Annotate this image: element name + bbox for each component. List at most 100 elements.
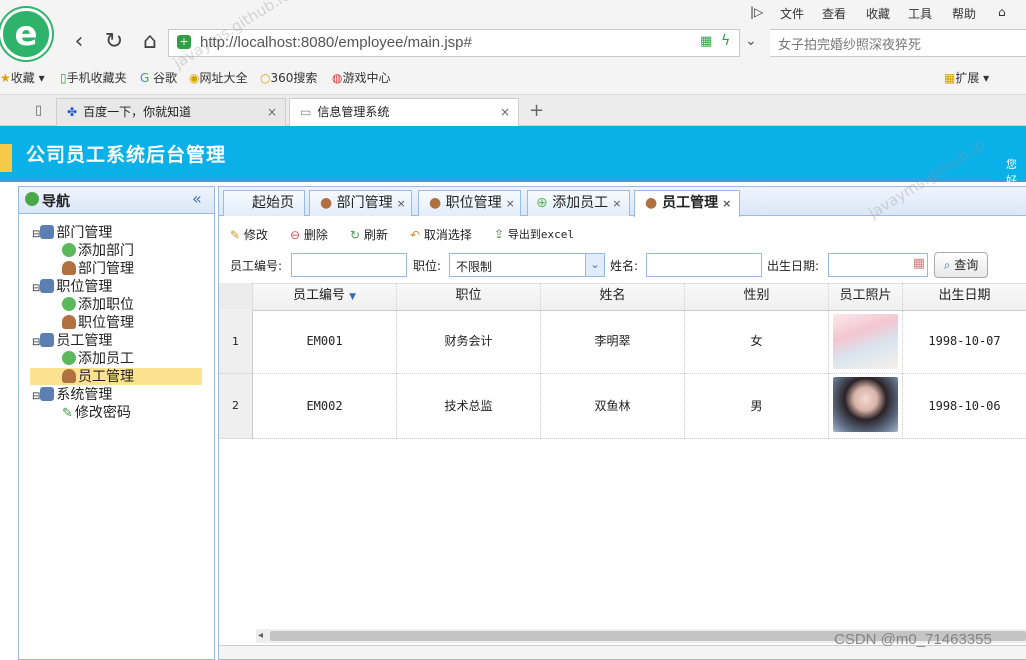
- employee-photo: [833, 314, 898, 369]
- nav-group-position[interactable]: ⊟ 职位管理: [32, 278, 112, 296]
- chevron-down-icon[interactable]: ⌄: [585, 254, 604, 276]
- collapse-icon[interactable]: «: [192, 189, 202, 208]
- dropdown-chevron-icon[interactable]: ⌄: [745, 33, 757, 49]
- tab-start-page[interactable]: 起始页: [223, 190, 305, 216]
- nav-item-add-position[interactable]: 添加职位: [62, 296, 134, 314]
- nav-item-add-employee[interactable]: 添加员工: [62, 350, 134, 368]
- user-icon: ●: [645, 195, 658, 211]
- refresh-icon: ↻: [350, 228, 361, 242]
- column-header-birth[interactable]: 出生日期: [903, 283, 1026, 309]
- tab-close-icon[interactable]: ×: [500, 99, 510, 126]
- nav-title: 导航: [42, 194, 70, 210]
- bookmark-mobile[interactable]: ▯手机收藏夹: [60, 69, 127, 86]
- nav-group-system[interactable]: ⊟ 系统管理: [32, 386, 112, 404]
- computer-icon: [40, 387, 55, 401]
- nav-item-change-password[interactable]: ✎ 修改密码: [62, 404, 131, 422]
- tab-employee-manage[interactable]: ● 员工管理 ×: [634, 190, 740, 217]
- bookmark-favorites[interactable]: ★收藏 ▾: [0, 69, 45, 86]
- menu-tools[interactable]: 工具: [908, 5, 932, 22]
- reload-icon[interactable]: ↻: [101, 28, 127, 56]
- computer-icon: [40, 333, 55, 347]
- add-icon: ⊕: [536, 195, 548, 211]
- bookmark-games[interactable]: ◍游戏中心: [332, 69, 391, 86]
- name-input[interactable]: [646, 253, 762, 277]
- table-cell-gender[interactable]: 女: [685, 310, 829, 374]
- qr-code-icon[interactable]: ▦: [700, 34, 712, 49]
- tablet-icon[interactable]: ▯: [35, 103, 42, 118]
- scroll-left-icon[interactable]: ◂: [258, 630, 263, 641]
- tab-close-icon[interactable]: ×: [267, 99, 277, 126]
- emp-no-input[interactable]: [291, 253, 407, 277]
- tab-add-employee[interactable]: ⊕ 添加员工 ×: [527, 190, 630, 216]
- nav-group-department[interactable]: ⊟ 部门管理: [32, 224, 112, 242]
- table-cell-position[interactable]: 财务会计: [397, 310, 541, 374]
- menu-view[interactable]: 查看: [822, 5, 846, 22]
- column-header-gender[interactable]: 性别: [685, 283, 829, 309]
- nav-item-add-department[interactable]: 添加部门: [62, 242, 134, 260]
- home-icon[interactable]: ⌂: [137, 28, 163, 56]
- birth-label: 出生日期:: [767, 259, 820, 273]
- extensions-button[interactable]: ▦扩展 ▾: [944, 69, 989, 86]
- address-text[interactable]: http://localhost:8080/employee/main.jsp#: [200, 34, 472, 51]
- user-icon: [62, 315, 76, 329]
- back-icon[interactable]: ‹: [66, 28, 92, 56]
- table-cell-photo[interactable]: [829, 374, 903, 439]
- unselect-button[interactable]: ↶ 取消选择: [410, 226, 472, 243]
- nav-item-employee-manage[interactable]: 员工管理: [62, 368, 134, 386]
- column-header-position[interactable]: 职位: [397, 283, 541, 309]
- tab-close-icon[interactable]: ×: [722, 197, 731, 210]
- column-header-name[interactable]: 姓名: [541, 283, 685, 309]
- tab-position[interactable]: ● 职位管理 ×: [418, 190, 521, 216]
- delete-button[interactable]: ⊖ 删除: [290, 226, 328, 243]
- refresh-button[interactable]: ↻ 刷新: [350, 226, 388, 243]
- user-icon: ●: [429, 195, 442, 211]
- tab-close-icon[interactable]: ×: [506, 197, 515, 210]
- user-icon: [62, 369, 76, 383]
- browser-tab-baidu[interactable]: ✤ 百度一下，你就知道 ×: [56, 98, 286, 126]
- tab-department[interactable]: ● 部门管理 ×: [309, 190, 412, 216]
- tab-close-icon[interactable]: ×: [612, 197, 621, 210]
- menu-help[interactable]: 帮助: [952, 5, 976, 22]
- table-cell-birth[interactable]: 1998-10-07: [903, 310, 1026, 374]
- table-cell-position[interactable]: 技术总监: [397, 374, 541, 439]
- nav-group-employee[interactable]: ⊟ 员工管理: [32, 332, 112, 350]
- calendar-icon[interactable]: ▦: [913, 256, 925, 271]
- nav-header: 导航 «: [19, 187, 214, 214]
- computer-icon: [40, 225, 55, 239]
- employee-photo: [833, 377, 898, 432]
- birth-date-input[interactable]: ▦: [828, 253, 928, 277]
- undo-icon: ↶: [410, 228, 421, 242]
- search-button[interactable]: ⌕ 查询: [934, 252, 988, 278]
- bookmark-directory[interactable]: ◉网址大全: [189, 69, 248, 86]
- table-cell-emp-no[interactable]: EM002: [253, 374, 397, 439]
- edit-button[interactable]: ✎ 修改: [230, 226, 268, 243]
- table-cell-birth[interactable]: 1998-10-06: [903, 374, 1026, 439]
- bookmark-360search[interactable]: ○360搜索: [260, 69, 317, 86]
- menu-file[interactable]: 文件: [780, 5, 804, 22]
- tab-close-icon[interactable]: ×: [397, 197, 406, 210]
- nav-item-position-manage[interactable]: 职位管理: [62, 314, 134, 332]
- bookmark-google[interactable]: G 谷歌: [140, 69, 177, 86]
- sidebar-toggle-icon[interactable]: [0, 144, 12, 172]
- name-label: 姓名:: [610, 259, 639, 273]
- table-cell-photo[interactable]: [829, 310, 903, 374]
- column-header-emp-no[interactable]: 员工编号 ▼: [253, 283, 397, 309]
- emp-no-label: 员工编号:: [230, 259, 283, 273]
- table-cell-emp-no[interactable]: EM001: [253, 310, 397, 374]
- table-cell-name[interactable]: 双鱼林: [541, 374, 685, 439]
- menu-separator-icon: |▷: [750, 5, 764, 19]
- row-number: 1: [219, 310, 253, 374]
- nav-item-department-manage[interactable]: 部门管理: [62, 260, 134, 278]
- export-excel-button[interactable]: ⇪ 导出到excel: [494, 226, 574, 242]
- table-cell-gender[interactable]: 男: [685, 374, 829, 439]
- shirt-icon[interactable]: ⌂: [998, 5, 1006, 19]
- search-input[interactable]: 女子拍完婚纱照深夜猝死: [778, 34, 921, 53]
- table-cell-name[interactable]: 李明翠: [541, 310, 685, 374]
- position-select[interactable]: 不限制 ⌄: [449, 253, 605, 277]
- user-greeting: 您好: [1006, 158, 1017, 187]
- menu-favorites[interactable]: 收藏: [866, 5, 890, 22]
- column-header-photo[interactable]: 员工照片: [829, 283, 903, 309]
- lightning-icon[interactable]: ϟ: [721, 33, 730, 49]
- new-tab-button[interactable]: +: [529, 100, 544, 121]
- browser-tab-info-system[interactable]: ▭ 信息管理系统 ×: [289, 98, 519, 126]
